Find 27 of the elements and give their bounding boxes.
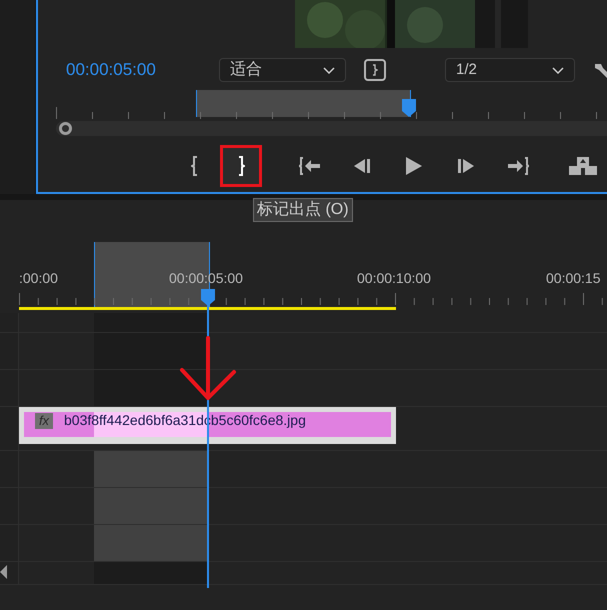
fx-badge: fx bbox=[35, 413, 53, 429]
resolution-dropdown[interactable]: 1/2 bbox=[445, 58, 575, 82]
camera-icon bbox=[568, 156, 598, 176]
go-to-out-icon bbox=[507, 157, 529, 175]
zoom-dropdown[interactable]: 适合 bbox=[219, 58, 346, 82]
scrollbar-handle[interactable] bbox=[59, 122, 72, 135]
ruler-label: :00:00 bbox=[19, 269, 58, 288]
mark-in-icon bbox=[191, 156, 199, 176]
safe-margins-button[interactable] bbox=[364, 59, 386, 81]
chevron-down-icon bbox=[323, 66, 335, 74]
tooltip: 标记出点 (O) bbox=[253, 198, 353, 222]
playhead-icon bbox=[401, 99, 417, 119]
zoom-scrollbar[interactable] bbox=[56, 121, 607, 136]
chevron-down-icon bbox=[552, 66, 564, 74]
timecode: 00:00:05:00 bbox=[66, 59, 157, 82]
step-back-icon bbox=[353, 158, 371, 174]
mark-out-button[interactable] bbox=[220, 145, 262, 187]
play-icon bbox=[405, 156, 423, 176]
speaker-icon bbox=[0, 565, 7, 579]
arrow-icon bbox=[180, 336, 238, 402]
ruler-label: 00:00:15 bbox=[546, 269, 600, 288]
mark-out-icon bbox=[372, 64, 378, 76]
go-to-in-icon bbox=[299, 157, 321, 175]
mark-out-icon bbox=[237, 156, 245, 176]
wrench-icon bbox=[593, 62, 607, 78]
ruler-label: 00:00:10:00 bbox=[357, 269, 431, 288]
step-forward-icon bbox=[457, 158, 475, 174]
